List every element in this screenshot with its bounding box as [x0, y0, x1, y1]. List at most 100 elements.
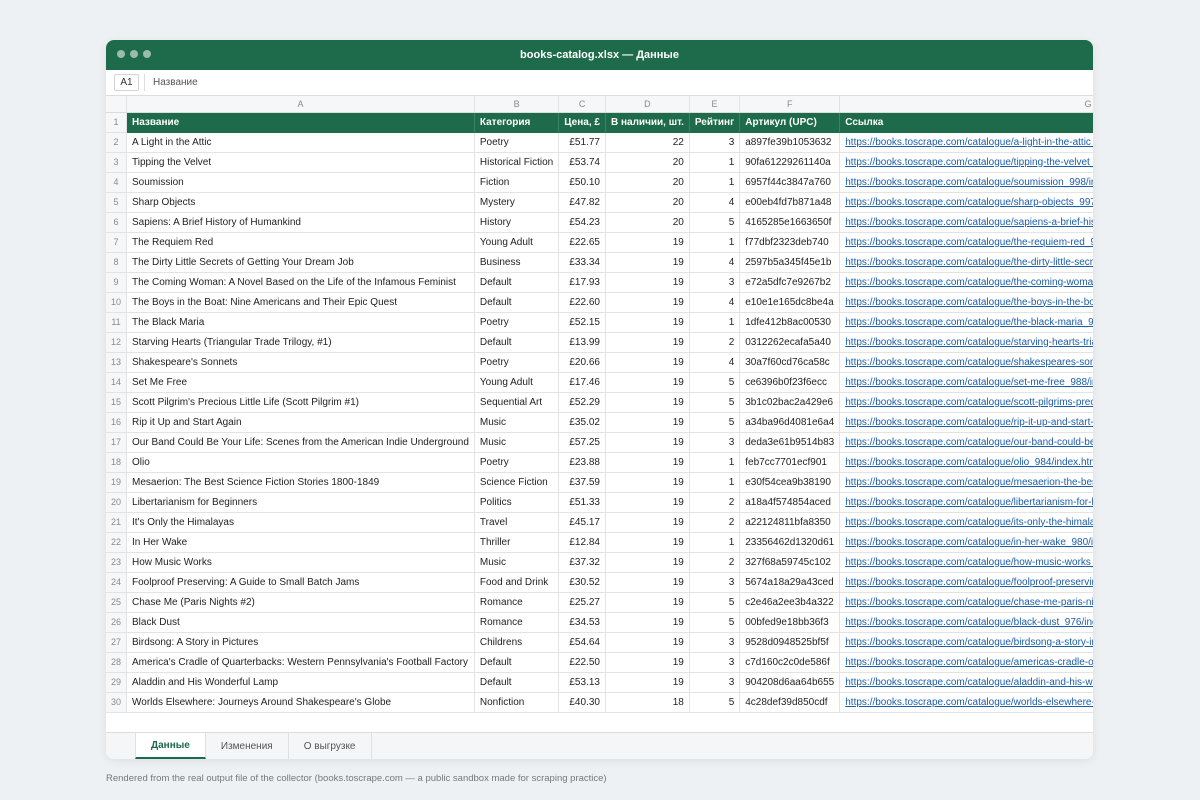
cell-stock[interactable]: 19 — [605, 412, 690, 433]
row-number[interactable]: 19 — [106, 472, 128, 493]
cell-link[interactable]: https://books.toscrape.com/catalogue/sha… — [839, 352, 1093, 373]
cell-link[interactable]: https://books.toscrape.com/catalogue/bir… — [839, 632, 1093, 653]
cell-title[interactable]: Black Dust — [126, 612, 475, 633]
cell-link[interactable]: https://books.toscrape.com/catalogue/a-l… — [839, 132, 1093, 153]
row-number[interactable]: 14 — [106, 372, 128, 393]
cell-link[interactable]: https://books.toscrape.com/catalogue/the… — [839, 232, 1093, 253]
cell-stock[interactable]: 19 — [605, 672, 690, 693]
cell-stock[interactable]: 19 — [605, 372, 690, 393]
cell-link[interactable]: https://books.toscrape.com/catalogue/tip… — [839, 152, 1093, 173]
product-link[interactable]: https://books.toscrape.com/catalogue/foo… — [845, 577, 1093, 588]
cell-upc[interactable]: 6957f44c3847a760 — [739, 172, 841, 193]
cell-category[interactable]: Poetry — [474, 312, 560, 333]
product-link[interactable]: https://books.toscrape.com/catalogue/our… — [845, 437, 1093, 448]
cell-stock[interactable]: 20 — [605, 212, 690, 233]
cell-link[interactable]: https://books.toscrape.com/catalogue/mes… — [839, 472, 1093, 493]
cell-upc[interactable]: c7d160c2c0de586f — [739, 652, 841, 673]
cell-stock[interactable]: 19 — [605, 572, 690, 593]
product-link[interactable]: https://books.toscrape.com/catalogue/the… — [845, 257, 1093, 268]
row-number[interactable]: 4 — [106, 172, 128, 193]
cell-reference[interactable]: A1 — [114, 74, 139, 91]
header-cell-upc[interactable]: Артикул (UPC) — [739, 112, 841, 133]
cell-upc[interactable]: a18a4f574854aced — [739, 492, 841, 513]
cell-price[interactable]: £40.30 — [558, 692, 606, 713]
cell-rating[interactable]: 3 — [689, 432, 741, 453]
row-number[interactable]: 17 — [106, 432, 128, 453]
product-link[interactable]: https://books.toscrape.com/catalogue/sha… — [845, 357, 1093, 368]
cell-rating[interactable]: 3 — [689, 572, 741, 593]
cell-category[interactable]: Business — [474, 252, 560, 273]
select-all-corner[interactable] — [106, 96, 128, 113]
cell-category[interactable]: Mystery — [474, 192, 560, 213]
cell-stock[interactable]: 19 — [605, 352, 690, 373]
header-cell-title[interactable]: Название — [126, 112, 475, 133]
cell-upc[interactable]: deda3e61b9514b83 — [739, 432, 841, 453]
cell-title[interactable]: Starving Hearts (Triangular Trade Trilog… — [126, 332, 475, 353]
cell-upc[interactable]: 5674a18a29a43ced — [739, 572, 841, 593]
row-number[interactable]: 28 — [106, 652, 128, 673]
cell-upc[interactable]: a22124811bfa8350 — [739, 512, 841, 533]
cell-stock[interactable]: 19 — [605, 512, 690, 533]
cell-category[interactable]: Default — [474, 672, 560, 693]
cell-link[interactable]: https://books.toscrape.com/catalogue/sco… — [839, 392, 1093, 413]
cell-price[interactable]: £22.60 — [558, 292, 606, 313]
cell-price[interactable]: £13.99 — [558, 332, 606, 353]
cell-price[interactable]: £30.52 — [558, 572, 606, 593]
cell-upc[interactable]: 3b1c02bac2a429e6 — [739, 392, 841, 413]
cell-stock[interactable]: 19 — [605, 612, 690, 633]
cell-upc[interactable]: 0312262ecafa5a40 — [739, 332, 841, 353]
cell-category[interactable]: Sequential Art — [474, 392, 560, 413]
cell-price[interactable]: £34.53 — [558, 612, 606, 633]
cell-rating[interactable]: 2 — [689, 512, 741, 533]
cell-price[interactable]: £33.34 — [558, 252, 606, 273]
cell-upc[interactable]: feb7cc7701ecf901 — [739, 452, 841, 473]
row-number[interactable]: 12 — [106, 332, 128, 353]
cell-stock[interactable]: 19 — [605, 292, 690, 313]
cell-category[interactable]: Young Adult — [474, 232, 560, 253]
cell-price[interactable]: £53.74 — [558, 152, 606, 173]
product-link[interactable]: https://books.toscrape.com/catalogue/rip… — [845, 417, 1093, 428]
cell-rating[interactable]: 3 — [689, 652, 741, 673]
cell-link[interactable]: https://books.toscrape.com/catalogue/sha… — [839, 192, 1093, 213]
row-number[interactable]: 3 — [106, 152, 128, 173]
row-number[interactable]: 11 — [106, 312, 128, 333]
cell-stock[interactable]: 19 — [605, 592, 690, 613]
cell-price[interactable]: £37.59 — [558, 472, 606, 493]
cell-category[interactable]: Politics — [474, 492, 560, 513]
cell-title[interactable]: A Light in the Attic — [126, 132, 475, 153]
cell-category[interactable]: Romance — [474, 592, 560, 613]
product-link[interactable]: https://books.toscrape.com/catalogue/sou… — [845, 177, 1093, 188]
cell-upc[interactable]: 4c28def39d850cdf — [739, 692, 841, 713]
cell-category[interactable]: Poetry — [474, 132, 560, 153]
header-cell-price[interactable]: Цена, £ — [558, 112, 606, 133]
cell-category[interactable]: Poetry — [474, 352, 560, 373]
row-number[interactable]: 6 — [106, 212, 128, 233]
row-number[interactable]: 25 — [106, 592, 128, 613]
cell-category[interactable]: Poetry — [474, 452, 560, 473]
row-number[interactable]: 1 — [106, 112, 128, 133]
cell-upc[interactable]: ce6396b0f23f6ecc — [739, 372, 841, 393]
cell-link[interactable]: https://books.toscrape.com/catalogue/ame… — [839, 652, 1093, 673]
cell-link[interactable]: https://books.toscrape.com/catalogue/wor… — [839, 692, 1093, 713]
cell-stock[interactable]: 22 — [605, 132, 690, 153]
cell-rating[interactable]: 3 — [689, 672, 741, 693]
row-number[interactable]: 23 — [106, 552, 128, 573]
cell-rating[interactable]: 1 — [689, 312, 741, 333]
cell-category[interactable]: Historical Fiction — [474, 152, 560, 173]
cell-link[interactable]: https://books.toscrape.com/catalogue/the… — [839, 272, 1093, 293]
cell-rating[interactable]: 5 — [689, 392, 741, 413]
cell-price[interactable]: £17.93 — [558, 272, 606, 293]
cell-rating[interactable]: 3 — [689, 132, 741, 153]
cell-rating[interactable]: 1 — [689, 452, 741, 473]
cell-price[interactable]: £22.50 — [558, 652, 606, 673]
cell-price[interactable]: £52.15 — [558, 312, 606, 333]
cell-upc[interactable]: 2597b5a345f45e1b — [739, 252, 841, 273]
product-link[interactable]: https://books.toscrape.com/catalogue/cha… — [845, 597, 1093, 608]
cell-title[interactable]: Tipping the Velvet — [126, 152, 475, 173]
cell-link[interactable]: https://books.toscrape.com/catalogue/sap… — [839, 212, 1093, 233]
cell-price[interactable]: £52.29 — [558, 392, 606, 413]
cell-upc[interactable]: 00bfed9e18bb36f3 — [739, 612, 841, 633]
cell-category[interactable]: Default — [474, 292, 560, 313]
cell-price[interactable]: £20.66 — [558, 352, 606, 373]
cell-link[interactable]: https://books.toscrape.com/catalogue/its… — [839, 512, 1093, 533]
